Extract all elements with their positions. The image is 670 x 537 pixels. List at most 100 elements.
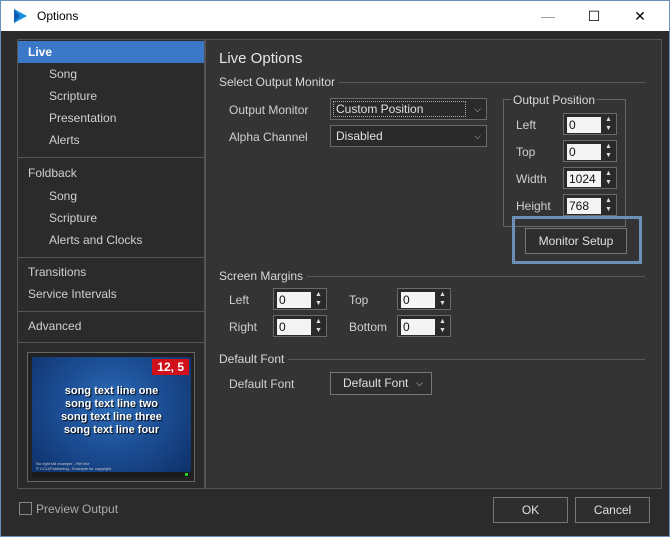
- position-top-label: Top: [516, 145, 536, 159]
- default-font-button[interactable]: Default Font ⌵: [330, 372, 432, 395]
- margin-right-label: Right: [229, 320, 258, 334]
- position-width-label: Width: [516, 172, 547, 186]
- output-position-heading: Output Position: [511, 93, 598, 107]
- preview-status-dot: [185, 473, 188, 476]
- preview-output-label[interactable]: Preview Output: [36, 502, 118, 516]
- spin-down-icon[interactable]: ▼: [436, 326, 449, 335]
- chevron-down-icon: ⌵: [474, 104, 481, 114]
- preview-copyright: No right fall example - Ref line © CCLI/…: [36, 461, 111, 471]
- minimize-icon: —: [541, 8, 555, 24]
- spin-up-icon[interactable]: ▲: [312, 290, 325, 299]
- spin-up-icon[interactable]: ▲: [602, 196, 615, 205]
- position-height-input[interactable]: 768: [567, 198, 601, 214]
- output-monitor-label: Output Monitor: [229, 103, 309, 117]
- nav-item-foldback-scripture[interactable]: Scripture: [18, 207, 204, 229]
- preview-verse-badge: 12, 5: [152, 359, 189, 375]
- title-bar[interactable]: Options — ☐ ✕: [0, 0, 670, 31]
- nav-item-service-intervals[interactable]: Service Intervals: [18, 283, 204, 305]
- preview-footer-line: © CCLI/Publishing - Example for copyrigh…: [36, 466, 111, 471]
- margin-bottom-spinner[interactable]: 0 ▲ ▼: [397, 315, 451, 337]
- preview-output-checkbox[interactable]: [19, 502, 32, 515]
- position-left-label: Left: [516, 118, 537, 132]
- alpha-channel-select[interactable]: Disabled ⌵: [330, 125, 487, 147]
- default-font-label: Default Font: [229, 377, 295, 391]
- default-font-button-label: Default Font: [343, 376, 409, 390]
- nav-item-transitions[interactable]: Transitions: [18, 261, 204, 283]
- focus-ring: [333, 101, 466, 117]
- nav-item-foldback-alerts-clocks[interactable]: Alerts and Clocks: [18, 229, 204, 251]
- margin-bottom-label: Bottom: [349, 320, 388, 334]
- position-width-input[interactable]: 1024: [567, 171, 601, 187]
- ok-button[interactable]: OK: [493, 497, 568, 523]
- nav-item-live-song[interactable]: Song: [18, 63, 204, 85]
- spin-down-icon[interactable]: ▼: [602, 178, 615, 187]
- cancel-button[interactable]: Cancel: [575, 497, 650, 523]
- live-options-panel: Live Options Select Output Monitor Outpu…: [205, 39, 662, 489]
- position-width-spinner[interactable]: 1024 ▲ ▼: [563, 167, 617, 189]
- page-title: Live Options: [219, 50, 303, 67]
- preview-line: song text line four: [63, 424, 160, 436]
- margin-bottom-input[interactable]: 0: [401, 319, 435, 335]
- nav-divider: [18, 342, 204, 343]
- monitor-setup-button[interactable]: Monitor Setup: [525, 228, 627, 254]
- chevron-down-icon: ⌵: [474, 131, 481, 141]
- nav-item-foldback-song[interactable]: Song: [18, 185, 204, 207]
- maximize-icon: ☐: [587, 7, 601, 24]
- position-top-input[interactable]: 0: [567, 144, 601, 160]
- nav-item-live-alerts[interactable]: Alerts: [18, 129, 204, 151]
- margin-left-input[interactable]: 0: [277, 292, 311, 308]
- chevron-down-icon: ⌵: [416, 378, 423, 388]
- margin-left-spinner[interactable]: 0 ▲ ▼: [273, 288, 327, 310]
- output-monitor-select[interactable]: Custom Position ⌵: [330, 98, 487, 120]
- spin-down-icon[interactable]: ▼: [312, 299, 325, 308]
- preview-line: song text line three: [61, 411, 162, 423]
- margin-top-label: Top: [349, 293, 369, 307]
- margin-top-spinner[interactable]: 0 ▲ ▼: [397, 288, 451, 310]
- nav-divider: [18, 311, 204, 312]
- spin-down-icon[interactable]: ▼: [602, 151, 615, 160]
- preview-line: song text line one: [64, 385, 159, 397]
- nav-item-live-presentation[interactable]: Presentation: [18, 107, 204, 129]
- section-heading-output-monitor: Select Output Monitor: [219, 75, 340, 89]
- nav-item-live[interactable]: Live: [18, 41, 204, 63]
- window-title: Options: [37, 9, 79, 23]
- options-window: Live Song Scripture Presentation Alerts …: [0, 31, 670, 537]
- nav-item-foldback[interactable]: Foldback: [18, 162, 204, 184]
- position-left-input[interactable]: 0: [567, 117, 601, 133]
- spin-up-icon[interactable]: ▲: [312, 317, 325, 326]
- margin-left-label: Left: [229, 293, 250, 307]
- spin-down-icon[interactable]: ▼: [602, 205, 615, 214]
- preview-screen: 12, 5 song text line one song text line …: [32, 357, 191, 477]
- spin-up-icon[interactable]: ▲: [602, 169, 615, 178]
- margin-top-input[interactable]: 0: [401, 292, 435, 308]
- close-button[interactable]: ✕: [617, 1, 663, 31]
- spin-down-icon[interactable]: ▼: [312, 326, 325, 335]
- nav-divider: [18, 257, 204, 258]
- position-height-spinner[interactable]: 768 ▲ ▼: [563, 194, 617, 216]
- position-top-spinner[interactable]: 0 ▲ ▼: [563, 140, 617, 162]
- close-icon: ✕: [634, 7, 646, 24]
- position-left-spinner[interactable]: 0 ▲ ▼: [563, 113, 617, 135]
- spin-up-icon[interactable]: ▲: [602, 115, 615, 124]
- preview-line: song text line two: [65, 398, 158, 410]
- nav-item-advanced[interactable]: Advanced: [18, 315, 204, 337]
- margin-right-spinner[interactable]: 0 ▲ ▼: [273, 315, 327, 337]
- app-logo-icon: [14, 9, 27, 23]
- output-preview: 12, 5 song text line one song text line …: [27, 352, 195, 482]
- minimize-button[interactable]: —: [525, 1, 571, 31]
- spin-up-icon[interactable]: ▲: [436, 317, 449, 326]
- spin-up-icon[interactable]: ▲: [436, 290, 449, 299]
- section-heading-screen-margins: Screen Margins: [219, 269, 308, 283]
- nav-item-live-scripture[interactable]: Scripture: [18, 85, 204, 107]
- margin-right-input[interactable]: 0: [277, 319, 311, 335]
- spin-up-icon[interactable]: ▲: [602, 142, 615, 151]
- options-nav: Live Song Scripture Presentation Alerts …: [17, 39, 205, 489]
- section-heading-default-font: Default Font: [219, 352, 289, 366]
- alpha-channel-value: Disabled: [336, 129, 383, 143]
- position-height-label: Height: [516, 199, 551, 213]
- preview-status-strip: [32, 472, 191, 477]
- spin-down-icon[interactable]: ▼: [436, 299, 449, 308]
- preview-lyrics: song text line one song text line two so…: [32, 385, 191, 437]
- spin-down-icon[interactable]: ▼: [602, 124, 615, 133]
- maximize-button[interactable]: ☐: [571, 1, 617, 31]
